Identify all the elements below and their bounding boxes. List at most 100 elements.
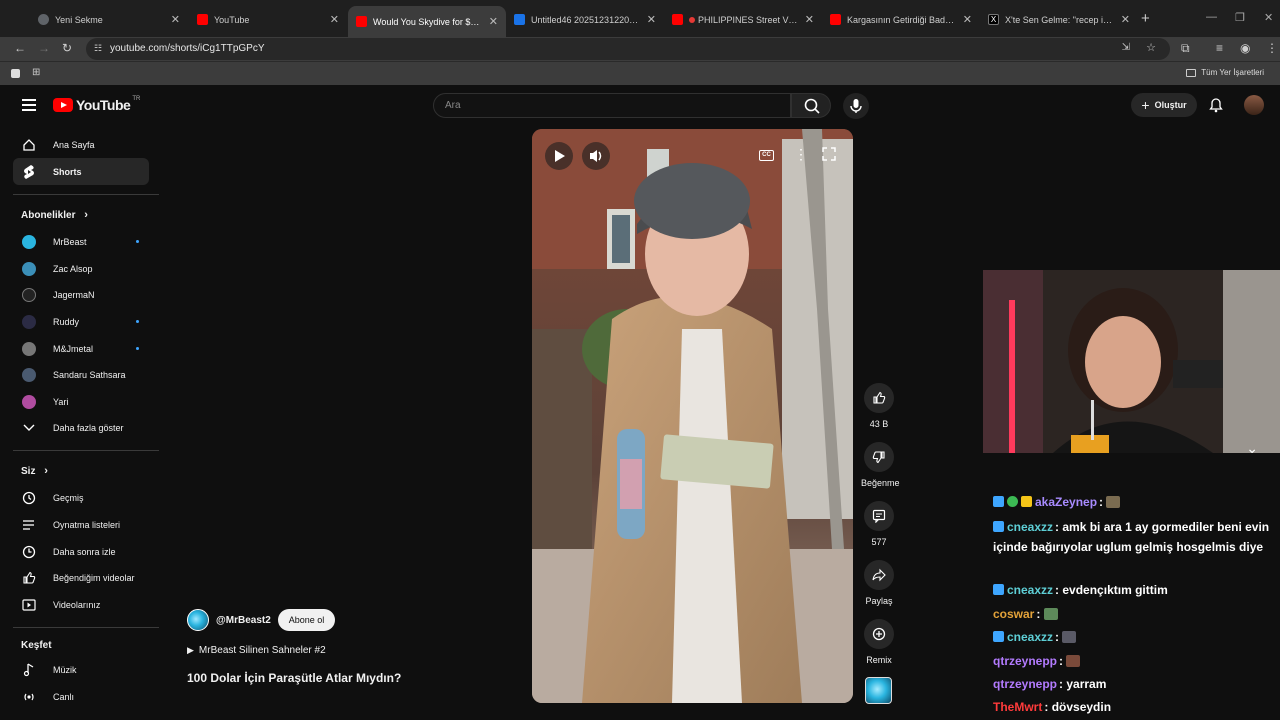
playlists-icon	[21, 519, 37, 531]
playlist-link[interactable]: ▶ MrBeast Silinen Sahneler #2	[187, 645, 326, 656]
sidebar-item-watch-later[interactable]: Daha sonra izle	[13, 538, 149, 565]
url-text[interactable]: youtube.com/shorts/iCg1TTpGPcY	[110, 43, 265, 54]
sidebar-item-music[interactable]: Müzik	[13, 656, 149, 683]
volume-button[interactable]	[582, 142, 610, 170]
like-button[interactable]: 43 B	[861, 383, 897, 429]
more-options-icon[interactable]: ⋮	[794, 146, 808, 163]
chat-message: cneaxzz: amk bi ara 1 ay gormediler beni…	[993, 520, 1270, 554]
close-icon[interactable]: ✕	[489, 15, 498, 28]
subscribe-button[interactable]: Abone ol	[277, 609, 336, 631]
play-button[interactable]	[545, 142, 573, 170]
you-heading[interactable]: Siz ›	[21, 465, 48, 477]
sidebar-item-playlists[interactable]: Oynatma listeleri	[13, 511, 149, 538]
sidebar-item-your-videos[interactable]: Videolarınız	[13, 591, 149, 618]
extensions-icon[interactable]: ⧉	[1181, 41, 1190, 56]
microphone-icon	[850, 99, 862, 113]
sidebar-item-history[interactable]: Geçmiş	[13, 484, 149, 511]
minimize-icon[interactable]: —	[1206, 11, 1217, 23]
chat-message: akaZeynep:	[993, 492, 1278, 512]
closed-captions-icon[interactable]: CC	[759, 150, 774, 161]
window-close-icon[interactable]: ✕	[1264, 11, 1273, 24]
sidebar-sub-mrbeast[interactable]: MrBeast	[13, 228, 149, 255]
search-input[interactable]: Ara	[433, 93, 791, 118]
maximize-icon[interactable]: ❐	[1235, 11, 1245, 24]
bookmark-star-icon[interactable]: ☆	[1146, 41, 1156, 54]
close-icon[interactable]: ✕	[805, 13, 814, 26]
forward-icon[interactable]: →	[38, 41, 50, 55]
chat-message: qtrzeynepp:	[993, 651, 1278, 671]
stream-chat: akaZeynep: cneaxzz: amk bi ara 1 ay gorm…	[983, 470, 1280, 720]
sound-thumbnail[interactable]	[865, 677, 892, 704]
sidebar-sub-yari[interactable]: Yari	[13, 388, 149, 415]
sidebar-divider	[13, 450, 159, 451]
chevron-down-icon	[21, 424, 37, 432]
site-info-icon[interactable]: ☷	[94, 43, 102, 54]
new-content-dot	[136, 347, 139, 350]
youtube-icon	[672, 14, 683, 25]
youtube-logo[interactable]: YouTube TR	[53, 96, 140, 113]
subscriptions-heading[interactable]: Abonelikler ›	[21, 209, 88, 221]
channel-avatar[interactable]	[187, 609, 209, 631]
share-button[interactable]: Paylaş	[861, 560, 897, 606]
close-icon[interactable]: ✕	[647, 13, 656, 26]
tab-youtube[interactable]: YouTube ✕	[189, 8, 347, 31]
dislike-button[interactable]: Beğenme	[861, 442, 900, 488]
apps-grid-icon[interactable]: ⊞	[32, 67, 40, 78]
sidebar-divider	[13, 194, 159, 195]
tab-x[interactable]: X X'te Sen Gelme: "recep ivedik r ✕	[980, 8, 1138, 31]
comments-button[interactable]: 577	[861, 501, 897, 547]
sidebar-sub-jagerman[interactable]: JagermaN	[13, 281, 149, 308]
tab-search-icon[interactable]	[11, 69, 20, 78]
create-button[interactable]: + Oluştur	[1131, 93, 1197, 117]
hamburger-menu-icon[interactable]	[22, 99, 36, 114]
home-icon	[21, 138, 37, 152]
sidebar-item-liked[interactable]: Beğendiğim videolar	[13, 564, 149, 591]
media-control-icon[interactable]: ≡	[1216, 41, 1223, 55]
profile-icon[interactable]: ◉	[1240, 41, 1250, 55]
sidebar-sub-ruddy[interactable]: Ruddy	[13, 308, 149, 335]
install-app-icon[interactable]: ⇲	[1122, 42, 1130, 53]
search-button[interactable]	[791, 93, 831, 118]
live-icon	[21, 691, 37, 703]
sidebar-item-home[interactable]: Ana Sayfa	[13, 131, 149, 158]
avatar	[22, 341, 36, 356]
tab-philippines[interactable]: PHILIPPINES Street View Live ✕	[664, 8, 822, 31]
sidebar-sub-mjmetal[interactable]: M&Jmetal	[13, 335, 149, 362]
chevron-down-icon: ⌄	[1246, 440, 1258, 453]
tab-karga[interactable]: Kargasının Getirdiği Bademi Bü ✕	[822, 8, 980, 31]
all-bookmarks[interactable]: Tüm Yer İşaretleri	[1186, 68, 1264, 77]
menu-dots-icon[interactable]: ⋮	[1266, 41, 1278, 55]
back-icon[interactable]: ←	[14, 41, 26, 55]
channel-name[interactable]: @MrBeast2	[216, 615, 271, 626]
tab-untitled[interactable]: Untitled46 20251231220420 h ✕	[506, 8, 664, 31]
short-video-player[interactable]: CC ⋮	[532, 129, 853, 703]
fullscreen-icon[interactable]	[822, 147, 836, 166]
notifications-bell-icon[interactable]	[1208, 97, 1224, 118]
chat-message: cneaxzz: evdençıktım gittim	[993, 580, 1278, 600]
account-avatar[interactable]	[1244, 95, 1264, 115]
prime-badge-icon	[993, 631, 1004, 642]
avatar	[22, 287, 36, 302]
sidebar-item-live[interactable]: Canlı	[13, 683, 149, 710]
sidebar-item-shorts[interactable]: Shorts	[13, 158, 149, 185]
avatar	[22, 314, 36, 329]
show-more-button[interactable]: Daha fazla göster	[13, 414, 149, 441]
tab-new-tab[interactable]: Yeni Sekme ✕	[30, 8, 188, 31]
emote-icon	[1062, 631, 1077, 643]
close-icon[interactable]: ✕	[171, 13, 180, 26]
reload-icon[interactable]: ↻	[62, 41, 72, 55]
close-icon[interactable]: ✕	[963, 13, 972, 26]
voice-search-button[interactable]	[843, 93, 869, 119]
watch-later-icon	[21, 545, 37, 559]
sidebar-sub-sandaru[interactable]: Sandaru Sathsara	[13, 361, 149, 388]
chevron-right-icon: ›	[84, 209, 88, 221]
address-bar[interactable]: ☷ youtube.com/shorts/iCg1TTpGPcY ⇲ ☆	[86, 38, 1170, 60]
close-icon[interactable]: ✕	[1121, 13, 1130, 26]
close-icon[interactable]: ✕	[330, 13, 339, 26]
avatar	[22, 394, 36, 409]
sidebar-sub-zac-alsop[interactable]: Zac Alsop	[13, 255, 149, 282]
new-tab-plus-icon[interactable]: +	[1141, 10, 1150, 27]
tab-active-short[interactable]: Would You Skydive for $100? - ✕	[348, 6, 506, 37]
remix-button[interactable]: Remix	[861, 619, 897, 665]
your-videos-icon	[21, 598, 37, 611]
